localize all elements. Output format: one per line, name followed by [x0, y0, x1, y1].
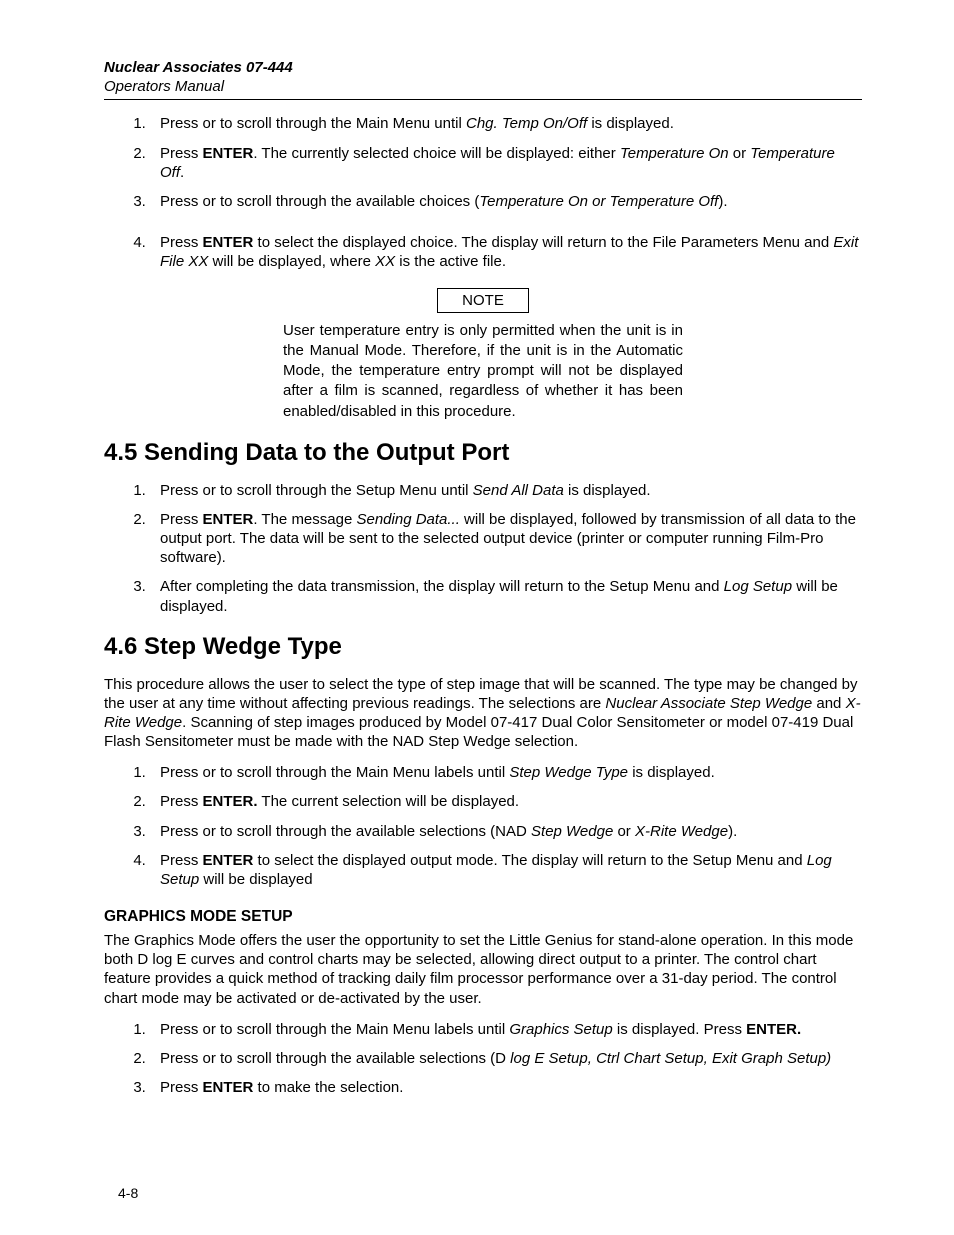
text: Press or to scroll through the Setup Men… — [160, 482, 473, 499]
text: Press — [160, 852, 203, 869]
procedure-list-graphics: Press or to scroll through the Main Menu… — [130, 1020, 862, 1098]
list-item: Press or to scroll through the Main Menu… — [150, 114, 862, 133]
text: Press or to scroll through the available… — [160, 193, 479, 210]
text: After completing the data transmission, … — [160, 578, 724, 595]
note-text: User temperature entry is only permitted… — [283, 321, 683, 422]
list-item: Press ENTER. The message Sending Data...… — [150, 510, 862, 568]
text: will be displayed, where — [208, 253, 375, 270]
bold-text: ENTER — [203, 145, 254, 162]
page-number: 4-8 — [118, 1185, 138, 1203]
text: is displayed. Press — [613, 1021, 746, 1038]
list-item: Press or to scroll through the available… — [150, 192, 862, 211]
text: ). — [718, 193, 727, 210]
list-item: Press or to scroll through the Main Menu… — [150, 763, 862, 782]
bold-text: ENTER — [203, 1079, 254, 1096]
text: Press or to scroll through the Main Menu… — [160, 115, 466, 132]
text: Press — [160, 1079, 203, 1096]
italic-text: Step Wedge Type — [509, 764, 628, 781]
bold-text: ENTER. — [746, 1021, 801, 1038]
text: . — [180, 164, 184, 181]
text: Press or to scroll through the available… — [160, 823, 531, 840]
italic-text: Temperature On or Temperature Off — [479, 193, 718, 210]
bold-text: ENTER. — [203, 793, 258, 810]
italic-text: Graphics Setup — [509, 1021, 612, 1038]
graphics-intro: The Graphics Mode offers the user the op… — [104, 931, 862, 1008]
italic-text: Log Setup — [724, 578, 792, 595]
bold-text: ENTER — [203, 852, 254, 869]
text: Press — [160, 234, 203, 251]
text: Press or to scroll through the Main Menu… — [160, 1021, 509, 1038]
list-item: Press ENTER to select the displayed outp… — [150, 851, 862, 889]
text: Press or to scroll through the available… — [160, 1050, 510, 1067]
header-subtitle: Operators Manual — [104, 77, 862, 100]
text: Press — [160, 793, 203, 810]
text: ). — [728, 823, 737, 840]
graphics-mode-heading: GRAPHICS MODE SETUP — [104, 907, 862, 927]
text: is displayed. — [564, 482, 651, 499]
note-block: NOTE User temperature entry is only perm… — [104, 282, 862, 422]
italic-text: Step Wedge — [531, 823, 613, 840]
text: will be displayed — [199, 871, 312, 888]
list-item: Press or to scroll through the available… — [150, 1049, 862, 1068]
header-title: Nuclear Associates 07-444 — [104, 58, 862, 77]
text: or — [729, 145, 751, 162]
text: The current selection will be displayed. — [258, 793, 520, 810]
text: to select the displayed output mode. The… — [253, 852, 806, 869]
page-header: Nuclear Associates 07-444 Operators Manu… — [104, 58, 862, 100]
list-item: After completing the data transmission, … — [150, 577, 862, 615]
text: is displayed. — [628, 764, 715, 781]
italic-text: Temperature On — [620, 145, 729, 162]
list-item: Press ENTER. The current selection will … — [150, 792, 862, 811]
bold-text: ENTER — [203, 511, 254, 528]
italic-text: Chg. Temp On/Off — [466, 115, 587, 132]
list-item: Press or to scroll through the Setup Men… — [150, 481, 862, 500]
italic-text: log E Setup, Ctrl Chart Setup, Exit Grap… — [510, 1050, 831, 1067]
list-item: Press or to scroll through the Main Menu… — [150, 1020, 862, 1039]
italic-text: Nuclear Associate Step Wedge — [605, 695, 812, 712]
text: to make the selection. — [253, 1079, 403, 1096]
procedure-list-4-5: Press or to scroll through the Setup Men… — [130, 481, 862, 616]
text: . The message — [253, 511, 356, 528]
intro-paragraph: This procedure allows the user to select… — [104, 675, 862, 752]
text: . Scanning of step images produced by Mo… — [104, 714, 853, 750]
text: Press or to scroll through the Main Menu… — [160, 764, 509, 781]
procedure-list-1: Press or to scroll through the Main Menu… — [130, 114, 862, 271]
list-item: Press ENTER. The currently selected choi… — [150, 144, 862, 182]
text: . The currently selected choice will be … — [253, 145, 620, 162]
list-item: Press ENTER to make the selection. — [150, 1078, 862, 1097]
bold-text: ENTER — [203, 234, 254, 251]
text: Press — [160, 511, 203, 528]
procedure-list-4-6: Press or to scroll through the Main Menu… — [130, 763, 862, 889]
italic-text: Send All Data — [473, 482, 564, 499]
list-item: Press ENTER to select the displayed choi… — [150, 233, 862, 271]
text: Press — [160, 145, 203, 162]
text: is the active file. — [395, 253, 506, 270]
list-item: Press or to scroll through the available… — [150, 822, 862, 841]
section-heading-4-5: 4.5 Sending Data to the Output Port — [104, 438, 862, 469]
document-page: Nuclear Associates 07-444 Operators Manu… — [0, 0, 954, 1235]
text: and — [812, 695, 845, 712]
text: to select the displayed choice. The disp… — [253, 234, 833, 251]
italic-text: X-Rite Wedge — [635, 823, 728, 840]
text: is displayed. — [587, 115, 674, 132]
italic-text: Sending Data... — [356, 511, 459, 528]
text: or — [613, 823, 635, 840]
note-label: NOTE — [437, 288, 529, 313]
italic-text: XX — [375, 253, 395, 270]
section-heading-4-6: 4.6 Step Wedge Type — [104, 632, 862, 663]
